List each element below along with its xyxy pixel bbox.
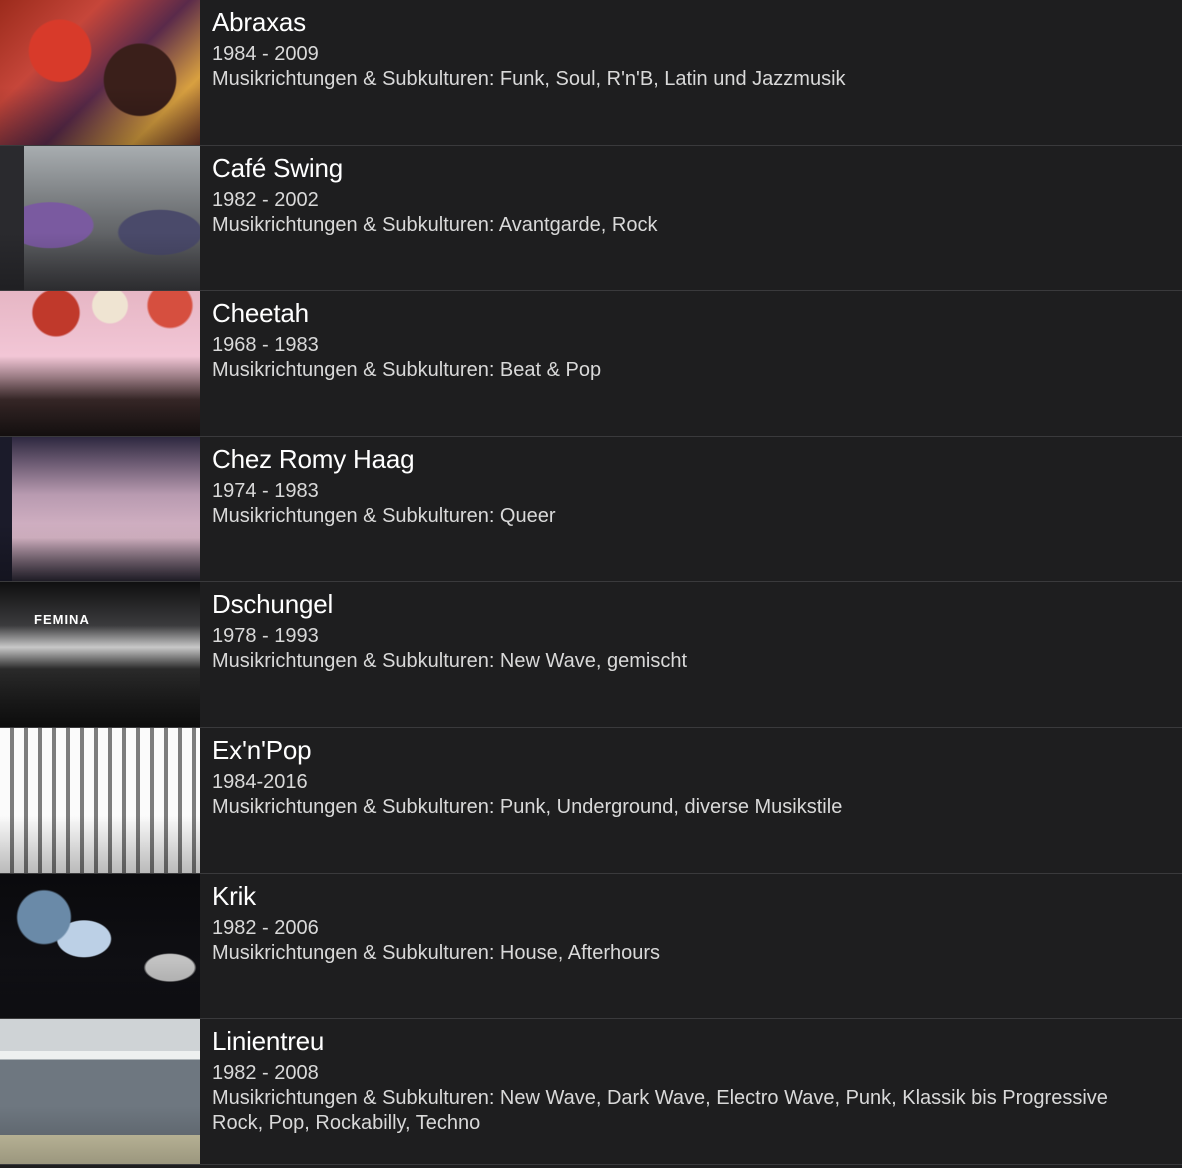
list-item-info: Dschungel 1978 - 1993 Musikrichtungen & … <box>200 582 1182 727</box>
list-item[interactable]: Cheetah 1968 - 1983 Musikrichtungen & Su… <box>0 291 1182 437</box>
thumbnail-shade <box>0 582 200 727</box>
list-item-info: Ex'n'Pop 1984-2016 Musikrichtungen & Sub… <box>200 728 1182 873</box>
list-item-info: Linientreu 1982 - 2008 Musikrichtungen &… <box>200 1019 1182 1164</box>
list-item-years: 1982 - 2008 <box>212 1062 319 1085</box>
list-item-title: Chez Romy Haag <box>212 443 415 474</box>
list-item-info: Chez Romy Haag 1974 - 1983 Musikrichtung… <box>200 437 1182 582</box>
club-photo-image <box>0 727 200 873</box>
list-item-years: 1984 - 2009 <box>212 43 319 65</box>
club-photo-image <box>0 145 200 291</box>
thumbnail-shade <box>0 0 200 145</box>
club-list: Abraxas 1984 - 2009 Musikrichtungen & Su… <box>0 0 1182 1165</box>
list-item-title: Abraxas <box>212 7 306 37</box>
thumbnail-shade <box>0 1019 200 1164</box>
list-item[interactable]: Linientreu 1982 - 2008 Musikrichtungen &… <box>0 1019 1182 1165</box>
list-item-title: Café Swing <box>212 152 343 183</box>
thumbnail-shade <box>0 873 200 1019</box>
thumbnail-shade <box>0 436 200 582</box>
list-item-info: Cheetah 1968 - 1983 Musikrichtungen & Su… <box>200 291 1182 436</box>
list-item-years: 1982 - 2006 <box>212 916 319 939</box>
list-item-years: 1968 - 1983 <box>212 334 319 357</box>
list-item-years: 1984-2016 <box>212 770 308 793</box>
list-item-genres: Musikrichtungen & Subkulturen: Funk, Sou… <box>212 68 846 90</box>
list-item-genres: Musikrichtungen & Subkulturen: New Wave,… <box>212 1087 1108 1135</box>
list-item-info: Café Swing 1982 - 2002 Musikrichtungen &… <box>200 146 1182 291</box>
club-photo-image <box>0 291 200 436</box>
album-cover-image <box>0 0 200 145</box>
club-photo-image <box>0 436 200 582</box>
list-item-info: Abraxas 1984 - 2009 Musikrichtungen & Su… <box>200 0 1182 145</box>
list-item-years: 1982 - 2002 <box>212 188 319 211</box>
list-item-genres: Musikrichtungen & Subkulturen: House, Af… <box>212 941 661 964</box>
list-item[interactable]: Abraxas 1984 - 2009 Musikrichtungen & Su… <box>0 0 1182 146</box>
list-item-genres: Musikrichtungen & Subkulturen: New Wave,… <box>212 650 688 673</box>
thumbnail-shade <box>0 291 200 436</box>
club-photo-image: FEMINA <box>0 582 200 727</box>
list-item-info: Krik 1982 - 2006 Musikrichtungen & Subku… <box>200 874 1182 1019</box>
club-photo-image <box>0 1019 200 1164</box>
thumbnail-shade <box>0 145 200 291</box>
club-photo-image <box>0 873 200 1019</box>
list-item-genres: Musikrichtungen & Subkulturen: Avantgard… <box>212 213 658 236</box>
thumbnail-sign-text: FEMINA <box>34 612 90 628</box>
list-item-genres: Musikrichtungen & Subkulturen: Queer <box>212 504 556 527</box>
list-item[interactable]: FEMINA Dschungel 1978 - 1993 Musikrichtu… <box>0 582 1182 728</box>
list-item[interactable]: Krik 1982 - 2006 Musikrichtungen & Subku… <box>0 873 1182 1020</box>
list-item-title: Linientreu <box>212 1026 325 1057</box>
list-item[interactable]: Chez Romy Haag 1974 - 1983 Musikrichtung… <box>0 436 1182 583</box>
list-item[interactable]: Café Swing 1982 - 2002 Musikrichtungen &… <box>0 145 1182 292</box>
list-item-years: 1974 - 1983 <box>212 479 319 502</box>
list-item-genres: Musikrichtungen & Subkulturen: Punk, Und… <box>212 795 843 818</box>
list-item-title: Dschungel <box>212 589 334 620</box>
list-item-title: Ex'n'Pop <box>212 734 312 765</box>
thumbnail-shade <box>0 727 200 873</box>
list-item-years: 1978 - 1993 <box>212 625 319 648</box>
list-item-title: Krik <box>212 880 256 911</box>
list-item-title: Cheetah <box>212 298 309 329</box>
list-item[interactable]: Ex'n'Pop 1984-2016 Musikrichtungen & Sub… <box>0 727 1182 874</box>
list-item-genres: Musikrichtungen & Subkulturen: Beat & Po… <box>212 359 602 382</box>
